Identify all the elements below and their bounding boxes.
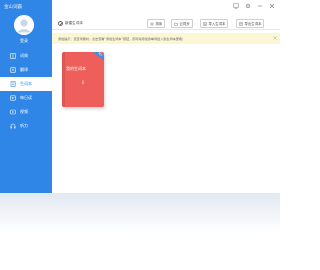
sidebar-item-label: 生词本 — [20, 81, 32, 86]
export-icon — [239, 21, 243, 26]
window-controls — [232, 2, 276, 10]
headphones-icon — [10, 123, 16, 129]
minimize-button[interactable] — [256, 2, 264, 10]
wordbook-title: 我的生词本 — [66, 66, 86, 71]
reading-icon — [10, 95, 16, 101]
notice-close-button[interactable] — [272, 36, 277, 41]
sidebar-item-label: 每日读 — [20, 95, 32, 100]
sidebar-item-daily-reading[interactable]: 每日读 — [0, 91, 52, 105]
cloud-sync-button[interactable]: 云同步 — [171, 19, 193, 28]
sidebar-item-wordbook[interactable]: 生词本 — [0, 77, 52, 91]
sidebar-item-video[interactable]: 视频 — [0, 105, 52, 119]
sidebar: 金山词霸 登录 词典 翻译 生词本 每日读 视频 听力 — [0, 0, 52, 193]
import-icon — [203, 21, 207, 26]
close-icon — [269, 3, 275, 9]
user-avatar-icon — [14, 15, 34, 35]
import-wordbook-label: 导入生词本 — [208, 22, 226, 26]
new-wordbook-button[interactable]: 新建生词本 — [58, 19, 83, 27]
import-wordbook-button[interactable]: 导入生词本 — [200, 19, 229, 28]
sidebar-item-label: 视频 — [20, 109, 28, 114]
sidebar-item-listening[interactable]: 听力 — [0, 119, 52, 133]
sidebar-nav: 词典 翻译 生词本 每日读 视频 听力 — [0, 49, 52, 133]
export-wordbook-label: 导出生词本 — [244, 22, 262, 26]
feedback-button[interactable] — [232, 2, 240, 10]
notice-text: 添加提示：查查词典时，点击查看“添加生词本”按钮，即可将添加的单词加入到生词本里… — [58, 37, 185, 41]
sidebar-item-translate[interactable]: 翻译 — [0, 63, 52, 77]
app-title: 金山词霸 — [4, 5, 22, 10]
avatar[interactable] — [14, 15, 34, 35]
sort-label: 排序 — [155, 22, 163, 26]
wordbook-card[interactable]: 默认 我的生词本 0 — [62, 52, 104, 107]
app-window: 金山词霸 登录 词典 翻译 生词本 每日读 视频 听力 新建生词本 排序 云同步… — [0, 0, 280, 193]
close-button[interactable] — [268, 2, 276, 10]
sidebar-item-label: 翻译 — [20, 67, 28, 72]
window-shadow — [0, 193, 280, 270]
book-icon — [10, 53, 16, 59]
video-icon — [10, 109, 16, 115]
export-wordbook-button[interactable]: 导出生词本 — [236, 19, 265, 28]
gear-icon — [245, 3, 251, 9]
translate-icon — [10, 67, 16, 73]
login-link[interactable]: 登录 — [0, 38, 48, 44]
new-wordbook-label: 新建生词本 — [65, 20, 83, 25]
cloud-sync-label: 云同步 — [179, 22, 190, 26]
toolbar: 新建生词本 排序 云同步 导入生词本 导出生词本 — [52, 16, 280, 30]
close-icon — [272, 36, 277, 40]
settings-button[interactable] — [244, 2, 252, 10]
default-badge: 默认 — [92, 52, 104, 62]
sidebar-item-label: 听力 — [20, 123, 28, 128]
notebook-icon — [10, 81, 16, 87]
folder-icon — [174, 22, 178, 26]
wordbook-count: 0 — [81, 80, 85, 85]
monitor-icon — [233, 3, 239, 9]
sort-icon — [150, 22, 154, 25]
minimize-icon — [257, 5, 263, 7]
sidebar-item-dictionary[interactable]: 词典 — [0, 49, 52, 63]
plus-circle-icon — [58, 20, 63, 26]
sidebar-item-label: 词典 — [20, 53, 28, 58]
notice-bar: 添加提示：查查词典时，点击查看“添加生词本”按钮，即可将添加的单词加入到生词本里… — [52, 33, 280, 44]
sort-button[interactable]: 排序 — [147, 19, 166, 28]
